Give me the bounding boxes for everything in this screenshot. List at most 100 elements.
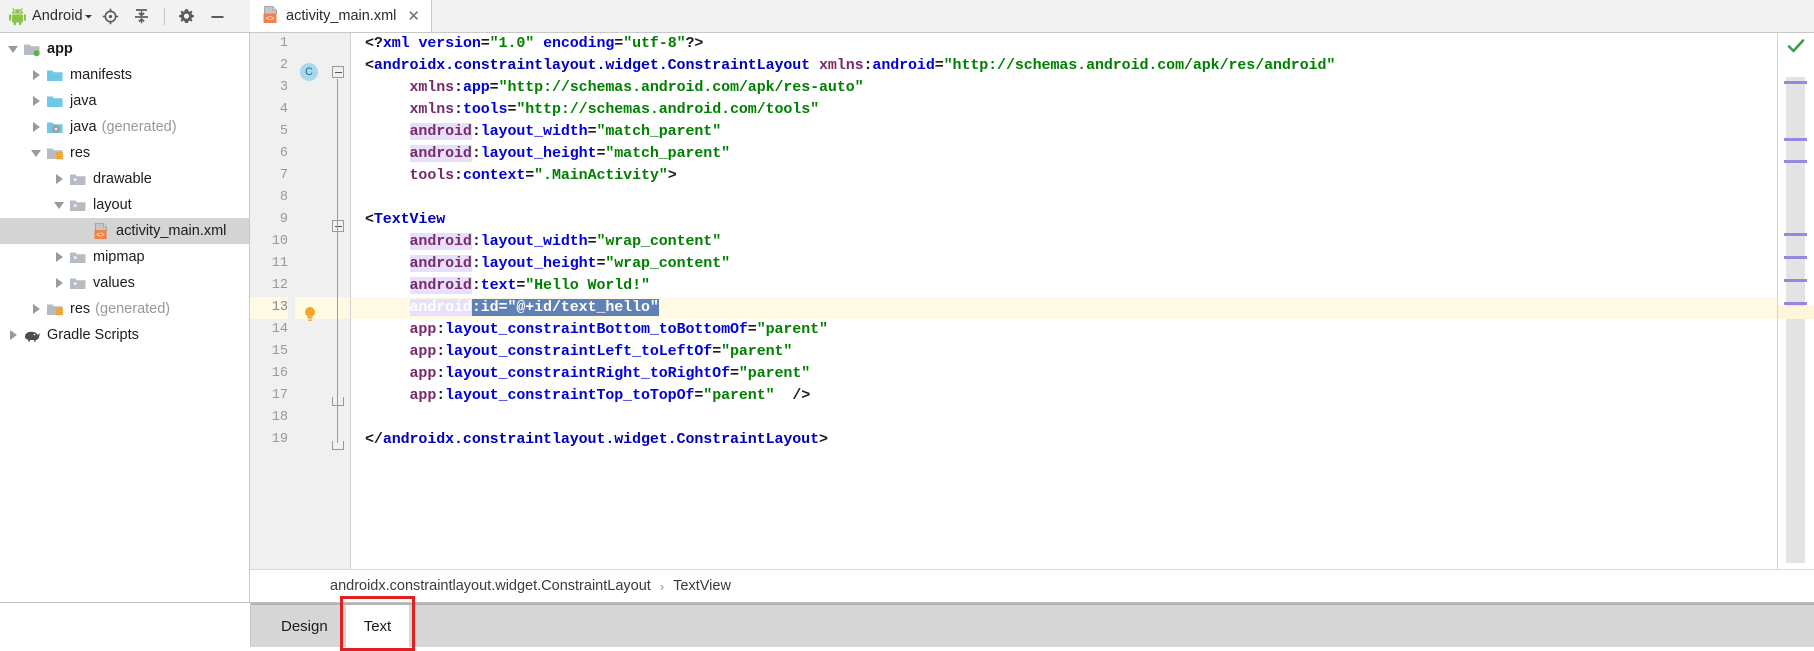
bottom-bar: Design Text <box>0 602 1814 647</box>
svg-text:<>: <> <box>96 231 104 239</box>
gear-icon[interactable] <box>174 3 200 29</box>
editor-tab-activity-main[interactable]: <> activity_main.xml ✕ <box>250 0 432 32</box>
tree-item-manifests[interactable]: manifests <box>0 62 249 88</box>
res-folder-icon <box>45 301 64 317</box>
tree-item-mipmap[interactable]: mipmap <box>0 244 249 270</box>
editor-icon-gutter[interactable]: C <box>295 33 327 569</box>
code-line[interactable]: android:layout_width="wrap_content" <box>351 231 1777 253</box>
breadcrumb-leaf[interactable]: TextView <box>673 578 731 594</box>
tree-item-label: java <box>70 93 97 109</box>
fold-slot <box>327 121 350 143</box>
line-number: 3 <box>279 80 288 95</box>
blue-folder-icon <box>45 93 64 109</box>
android-robot-icon <box>8 7 27 26</box>
project-panel-title: Android <box>32 8 83 24</box>
class-marker-badge[interactable]: C <box>300 63 318 81</box>
tree-item-app[interactable]: app <box>0 36 249 62</box>
code-line[interactable]: xmlns:app="http://schemas.android.com/ap… <box>351 77 1777 99</box>
tab-text[interactable]: Text <box>345 605 410 647</box>
chevron-down-icon[interactable] <box>50 201 68 209</box>
scrollbar-marker <box>1784 279 1807 282</box>
chevron-right-icon[interactable] <box>27 122 45 132</box>
gutter-icon-slot <box>295 187 327 209</box>
chevron-right-icon[interactable] <box>4 330 22 340</box>
chevron-right-icon[interactable] <box>27 96 45 106</box>
android-studio-window: Android <> activity_main.xml ✕ app manif… <box>0 0 1814 651</box>
tree-item-drawable[interactable]: drawable <box>0 166 249 192</box>
tree-item-res[interactable]: res <box>0 140 249 166</box>
grey-folder-icon <box>68 171 87 187</box>
scrollbar-marker <box>1784 160 1807 163</box>
breadcrumb-root[interactable]: androidx.constraintlayout.widget.Constra… <box>330 578 651 594</box>
tree-item-label: Gradle Scripts <box>47 327 139 343</box>
fold-slot <box>327 99 350 121</box>
code-line[interactable]: <TextView <box>351 209 1777 231</box>
code-line[interactable]: <androidx.constraintlayout.widget.Constr… <box>351 55 1777 77</box>
code-line[interactable]: app:layout_constraintLeft_toLeftOf="pare… <box>351 341 1777 363</box>
tree-item-activity-main-xml[interactable]: <> activity_main.xml <box>0 218 249 244</box>
line-number: 8 <box>279 190 288 205</box>
tree-item-java[interactable]: java <box>0 88 249 114</box>
tree-item-res[interactable]: res (generated) <box>0 296 249 322</box>
code-line[interactable] <box>351 187 1777 209</box>
code-line[interactable]: android:layout_height="match_parent" <box>351 143 1777 165</box>
code-line[interactable]: android:text="Hello World!" <box>351 275 1777 297</box>
project-tree[interactable]: app manifests java java (generated) res drawab… <box>0 33 250 602</box>
tree-item-values[interactable]: values <box>0 270 249 296</box>
code-line[interactable] <box>351 407 1777 429</box>
res-folder-icon <box>45 145 64 161</box>
gutter-icon-slot <box>295 231 327 253</box>
code-line[interactable]: android:layout_height="wrap_content" <box>351 253 1777 275</box>
tree-item-label: manifests <box>70 67 133 83</box>
svg-text:<>: <> <box>266 15 275 23</box>
scrollbar-track[interactable] <box>1786 77 1805 563</box>
code-line[interactable]: android:layout_width="match_parent" <box>351 121 1777 143</box>
intention-bulb-icon[interactable] <box>301 305 319 326</box>
tree-item-java[interactable]: java (generated) <box>0 114 249 140</box>
line-number: 15 <box>271 344 288 359</box>
editor-tab-strip: <> activity_main.xml ✕ <box>250 0 1814 33</box>
code-folding-gutter[interactable] <box>327 33 351 569</box>
code-line[interactable]: app:layout_constraintBottom_toBottomOf="… <box>351 319 1777 341</box>
fold-collapse-icon[interactable] <box>332 66 344 78</box>
collapse-all-icon[interactable] <box>129 3 155 29</box>
tree-item-gradle-scripts[interactable]: Gradle Scripts <box>0 322 249 348</box>
tree-item-label: res <box>70 145 91 161</box>
code-line[interactable]: android:id="@+id/text_hello" <box>351 297 1777 319</box>
close-icon[interactable]: ✕ <box>407 8 420 24</box>
code-line[interactable]: xmlns:tools="http://schemas.android.com/… <box>351 99 1777 121</box>
gutter-icon-slot <box>295 363 327 385</box>
fold-end-marker <box>332 397 344 406</box>
chevron-down-icon[interactable] <box>84 12 93 21</box>
code-line[interactable]: app:layout_constraintTop_toTopOf="parent… <box>351 385 1777 407</box>
editor-mode-tabs: Design Text <box>251 603 1814 647</box>
line-number: 16 <box>271 366 288 381</box>
chevron-right-icon[interactable] <box>50 278 68 288</box>
code-line[interactable]: <?xml version="1.0" encoding="utf-8"?> <box>351 33 1777 55</box>
tree-item-layout[interactable]: layout <box>0 192 249 218</box>
line-number: 14 <box>271 322 288 337</box>
chevron-right-icon[interactable] <box>50 174 68 184</box>
line-number: 19 <box>271 432 288 447</box>
chevron-down-icon[interactable] <box>4 45 22 53</box>
fold-collapse-icon[interactable] <box>332 220 344 232</box>
chevron-down-icon[interactable] <box>27 149 45 157</box>
tree-item-label: java <box>70 119 97 135</box>
project-panel-toolbar: Android <box>0 0 250 33</box>
code-text-area[interactable]: <?xml version="1.0" encoding="utf-8"?> <a… <box>351 33 1778 569</box>
fold-slot <box>327 297 350 319</box>
minimize-icon[interactable] <box>205 3 231 29</box>
code-line[interactable]: tools:context=".MainActivity"> <box>351 165 1777 187</box>
top-row: Android <> activity_main.xml ✕ <box>0 0 1814 33</box>
code-line[interactable]: </androidx.constraintlayout.widget.Const… <box>351 429 1777 451</box>
fold-slot <box>327 341 350 363</box>
fold-slot <box>327 363 350 385</box>
locate-target-icon[interactable] <box>98 3 124 29</box>
chevron-right-icon[interactable] <box>27 304 45 314</box>
chevron-right-icon[interactable] <box>27 70 45 80</box>
marker-scrollbar[interactable] <box>1778 33 1814 569</box>
tab-design[interactable]: Design <box>263 605 346 647</box>
code-line[interactable]: app:layout_constraintRight_toRightOf="pa… <box>351 363 1777 385</box>
chevron-right-icon[interactable] <box>50 252 68 262</box>
scrollbar-marker <box>1784 233 1807 236</box>
